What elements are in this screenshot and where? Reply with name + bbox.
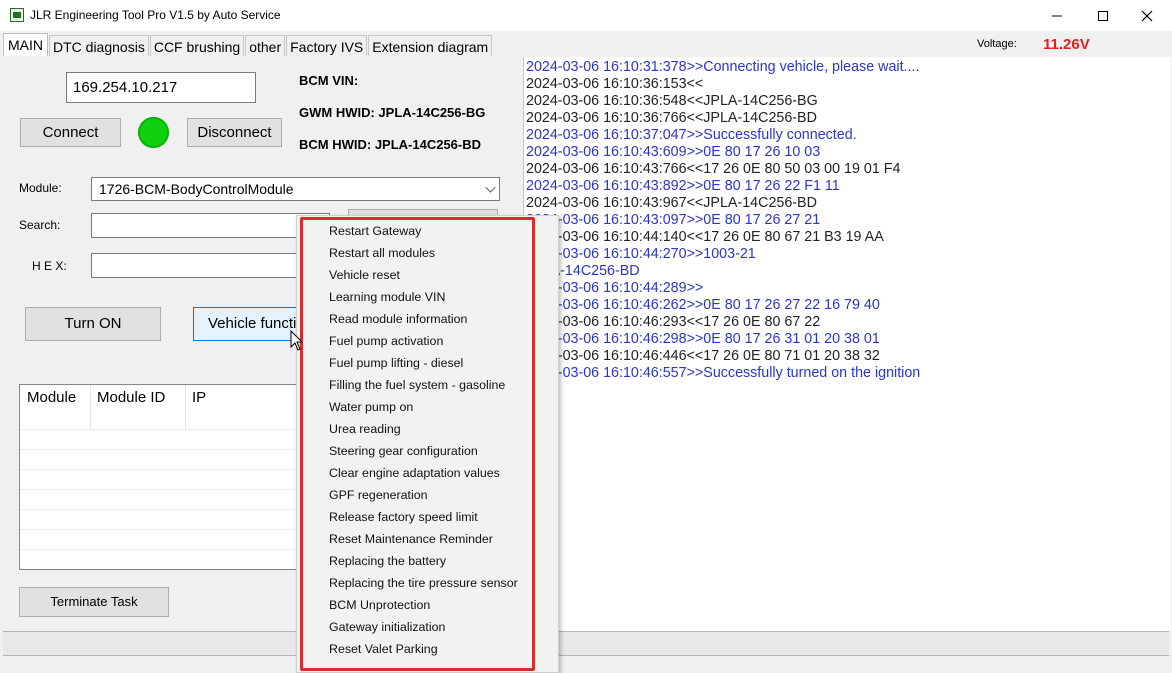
connect-button[interactable]: Connect (20, 118, 121, 147)
menu-item-gpf-regeneration[interactable]: GPF regeneration (329, 484, 428, 506)
module-table[interactable]: Module Module ID IP (19, 384, 298, 570)
chevron-down-icon (485, 182, 496, 193)
tab-dtc-diagnosis[interactable]: DTC diagnosis (49, 35, 149, 57)
search-label: Search: (19, 218, 61, 232)
voltage-value: 11.26V (1043, 36, 1090, 53)
tab-ccf-brushing[interactable]: CCF brushing (149, 35, 245, 57)
menu-item-reset-valet-parking[interactable]: Reset Valet Parking (329, 638, 438, 660)
log-line: 2024-03-06 16:10:46:446<<17 26 0E 80 71 … (526, 348, 880, 364)
log-line: 2024-03-06 16:10:43:609>>0E 80 17 26 10 … (526, 144, 821, 160)
terminate-task-button[interactable]: Terminate Task (19, 587, 169, 617)
maximize-icon (1098, 10, 1108, 21)
tab-factory-ivs[interactable]: Factory IVS (286, 35, 368, 57)
menu-item-urea-reading[interactable]: Urea reading (329, 418, 401, 440)
column-header-module-id[interactable]: Module ID (90, 385, 186, 429)
close-icon (1141, 10, 1153, 21)
communication-log[interactable]: 2024-03-06 16:10:31:378>>Connecting vehi… (523, 57, 1171, 631)
menu-item-replacing-tire-pressure-sensor[interactable]: Replacing the tire pressure sensor (329, 572, 518, 594)
app-icon (10, 8, 24, 22)
ip-address-input[interactable]: 169.254.10.217 (66, 72, 256, 103)
window-title: JLR Engineering Tool Pro V1.5 by Auto Se… (30, 8, 281, 22)
maximize-button[interactable] (1080, 0, 1126, 31)
column-header-module[interactable]: Module (20, 385, 91, 429)
menu-item-clear-engine-adaptation[interactable]: Clear engine adaptation values (329, 462, 500, 484)
menu-item-replacing-battery[interactable]: Replacing the battery (329, 550, 446, 572)
hex-input[interactable] (91, 253, 330, 278)
menu-item-bcm-unprotection[interactable]: BCM Unprotection (329, 594, 430, 616)
menu-item-gateway-initialization[interactable]: Gateway initialization (329, 616, 445, 638)
menu-item-steering-gear-configuration[interactable]: Steering gear configuration (329, 440, 478, 462)
menu-item-reset-maintenance-reminder[interactable]: Reset Maintenance Reminder (329, 528, 493, 550)
menu-item-filling-fuel-system-gasoline[interactable]: Filling the fuel system - gasoline (329, 374, 505, 396)
log-line: 2024-03-06 16:10:36:548<<JPLA-14C256-BG (526, 93, 818, 109)
title-bar: JLR Engineering Tool Pro V1.5 by Auto Se… (0, 0, 1172, 31)
log-line: 2024-03-06 16:10:46:293<<17 26 0E 80 67 … (526, 314, 821, 330)
log-line: 2024-03-06 16:10:44:270>>1003-21 (526, 246, 756, 262)
table-row (20, 469, 297, 470)
vehicle-functions-button[interactable]: Vehicle functions (193, 307, 303, 341)
menu-item-restart-gateway[interactable]: Restart Gateway (329, 220, 421, 242)
hex-label: H E X: (32, 259, 67, 273)
log-line: 2024-03-06 16:10:37:047>>Successfully co… (526, 127, 857, 143)
log-line: 2024-03-06 16:10:43:967<<JPLA-14C256-BD (526, 195, 817, 211)
column-header-ip[interactable]: IP (185, 385, 297, 429)
turn-on-button[interactable]: Turn ON (25, 307, 161, 341)
table-row (20, 449, 297, 450)
minimize-button[interactable] (1034, 0, 1080, 31)
minimize-icon (1052, 15, 1062, 16)
log-line: 2024-03-06 16:10:31:378>>Connecting vehi… (526, 59, 920, 75)
table-row (20, 489, 297, 490)
log-line: 2024-03-06 16:10:43:766<<17 26 0E 80 50 … (526, 161, 901, 177)
log-line: 2024-03-06 16:10:36:766<<JPLA-14C256-BD (526, 110, 817, 126)
table-row (20, 549, 297, 550)
bcm-hwid-label: BCM HWID: JPLA-14C256-BD (299, 137, 482, 152)
menu-item-vehicle-reset[interactable]: Vehicle reset (329, 264, 400, 286)
menu-item-fuel-pump-lifting-diesel[interactable]: Fuel pump lifting - diesel (329, 352, 463, 374)
menu-item-fuel-pump-activation[interactable]: Fuel pump activation (329, 330, 443, 352)
tab-other[interactable]: other (245, 35, 286, 57)
menu-item-water-pump-on[interactable]: Water pump on (329, 396, 413, 418)
bcm-vin-label: BCM VIN: (299, 73, 359, 88)
connection-status-indicator (138, 117, 169, 148)
close-button[interactable] (1124, 0, 1170, 31)
mouse-cursor-icon (290, 330, 304, 351)
log-line: 2024-03-06 16:10:46:262>>0E 80 17 26 27 … (526, 297, 880, 313)
log-line: 2024-03-06 16:10:46:557>>Successfully tu… (526, 365, 921, 381)
module-label: Module: (19, 181, 62, 195)
menu-item-release-factory-speed-limit[interactable]: Release factory speed limit (329, 506, 478, 528)
table-row (20, 429, 297, 430)
search-input[interactable] (91, 213, 330, 238)
menu-item-restart-all-modules[interactable]: Restart all modules (329, 242, 435, 264)
tab-bar: MAIN DTC diagnosis CCF brushing other Fa… (3, 33, 493, 57)
module-select[interactable]: 1726-BCM-BodyControlModule (91, 177, 500, 201)
tab-main[interactable]: MAIN (3, 33, 48, 57)
log-line: 2024-03-06 16:10:46:298>>0E 80 17 26 31 … (526, 331, 880, 347)
log-line: 2024-03-06 16:10:36:153<< (526, 76, 704, 92)
menu-item-learning-module-vin[interactable]: Learning module VIN (329, 286, 445, 308)
log-line: 2024-03-06 16:10:43:097>>0E 80 17 26 27 … (526, 212, 821, 228)
gwm-hwid-label: GWM HWID: JPLA-14C256-BG (299, 105, 486, 120)
tab-extension-diagram[interactable]: Extension diagram (368, 35, 493, 57)
disconnect-button[interactable]: Disconnect (187, 118, 282, 147)
vehicle-functions-menu: Restart Gateway Restart all modules Vehi… (296, 215, 559, 673)
module-select-value: 1726-BCM-BodyControlModule (99, 181, 294, 197)
log-line: 2024-03-06 16:10:43:892>>0E 80 17 26 22 … (526, 178, 840, 194)
status-bar (3, 631, 1169, 656)
log-line: 2024-03-06 16:10:44:140<<17 26 0E 80 67 … (526, 229, 884, 245)
table-row (20, 529, 297, 530)
voltage-label: Voltage: (977, 38, 1017, 50)
table-row (20, 509, 297, 510)
menu-item-read-module-information[interactable]: Read module information (329, 308, 467, 330)
